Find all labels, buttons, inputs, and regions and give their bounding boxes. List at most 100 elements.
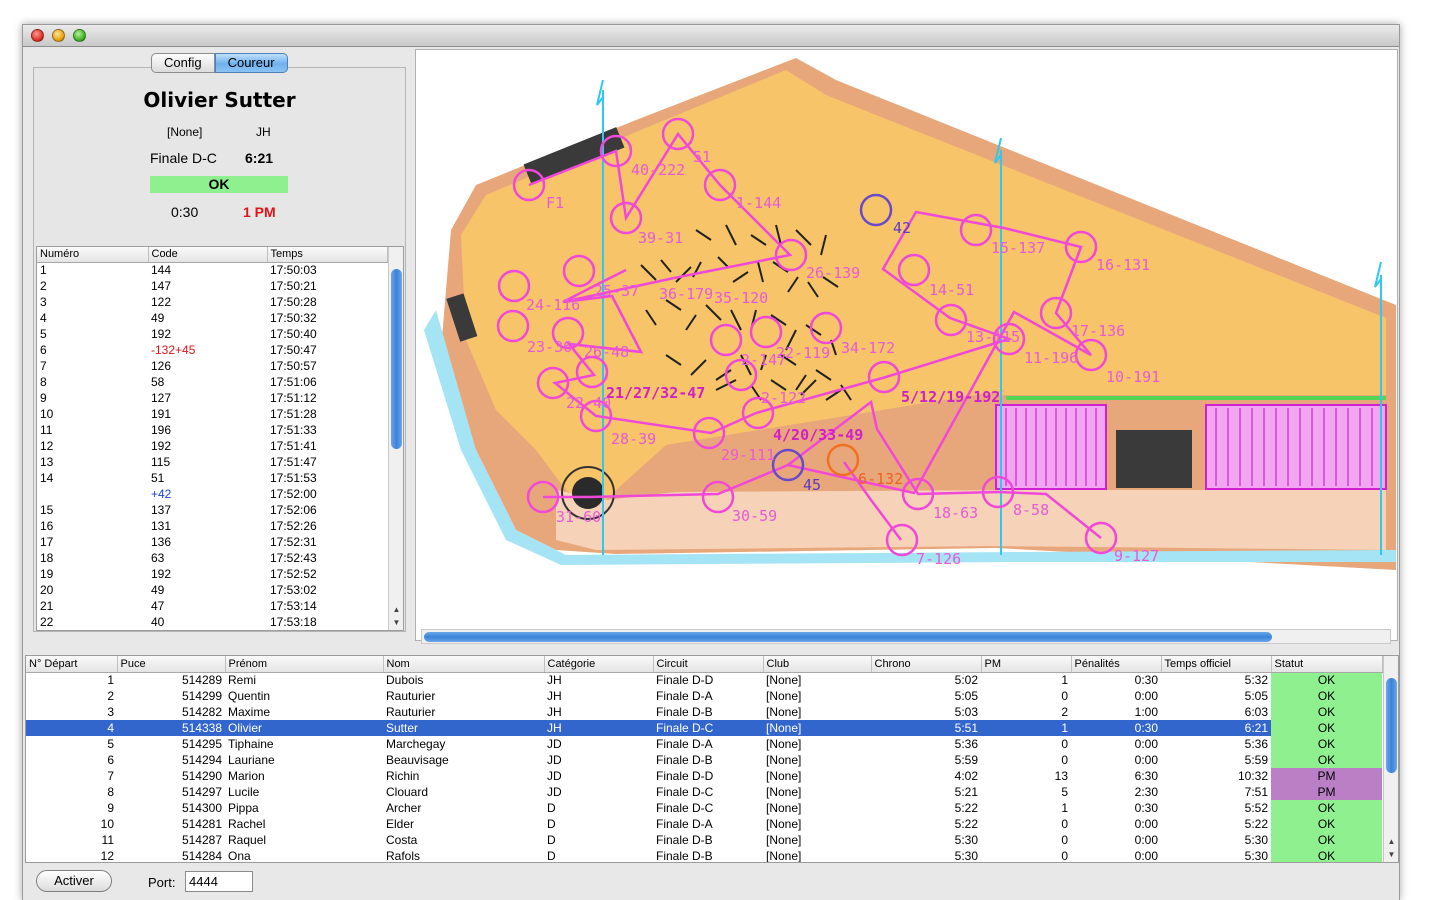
col-header-5[interactable]: Circuit <box>653 656 764 673</box>
split-row[interactable]: 4 49 17:50:32 <box>37 310 387 326</box>
map-canvas[interactable]: 40-222 51 1-144 F1 39-31 42 15-137 16-131 24-116… <box>416 50 1398 641</box>
result-cell: 0:00 <box>1134 689 1158 703</box>
runner-circuit: Finale D-C <box>150 150 217 166</box>
split-row[interactable]: 12 192 17:51:41 <box>37 438 387 454</box>
result-row[interactable]: 11 514287 Raquel Costa D Finale D-B [None] 5:30… <box>26 832 1382 848</box>
splits-vertical-scrollbar[interactable]: ▲ ▼ <box>388 247 403 630</box>
activate-button[interactable]: Activer <box>36 870 112 892</box>
col-header-8[interactable]: PM <box>981 656 1072 673</box>
split-row[interactable]: 6 -132+45 17:50:47 <box>37 342 387 358</box>
split-time: 17:51:47 <box>270 455 317 469</box>
panel-tabs: Config Coureur <box>151 53 288 73</box>
control-label: 28-39 <box>611 430 656 448</box>
split-row[interactable]: 8 58 17:51:06 <box>37 374 387 390</box>
result-row[interactable]: 9 514300 Pippa Archer D Finale D-C [None] 5:22 1… <box>26 800 1382 816</box>
split-row[interactable]: 3 122 17:50:28 <box>37 294 387 310</box>
minimize-window-button[interactable] <box>52 29 65 42</box>
col-header-code[interactable]: Code <box>148 247 268 263</box>
result-row[interactable]: 8 514297 Lucile Clouard JD Finale D-C [None] 5:… <box>26 784 1382 800</box>
split-row[interactable]: 21 47 17:53:14 <box>37 598 387 614</box>
scroll-up-arrow-icon[interactable]: ▲ <box>1384 835 1398 848</box>
split-row[interactable]: 2 147 17:50:21 <box>37 278 387 294</box>
result-cell: OK <box>1271 672 1382 688</box>
split-time: 17:53:02 <box>270 583 317 597</box>
tab-coureur[interactable]: Coureur <box>214 53 288 73</box>
split-row[interactable]: 11 196 17:51:33 <box>37 422 387 438</box>
split-row[interactable]: 1 144 17:50:03 <box>37 262 387 278</box>
result-row[interactable]: 1 514289 Remi Dubois JH Finale D-D [None] 5:02 1… <box>26 672 1382 688</box>
split-row[interactable]: 18 63 17:52:43 <box>37 550 387 566</box>
split-row[interactable]: 9 127 17:51:12 <box>37 390 387 406</box>
col-header-numero[interactable]: Numéro <box>37 247 149 263</box>
split-divider[interactable] <box>23 643 1399 653</box>
col-header-11[interactable]: Statut <box>1271 656 1383 673</box>
split-row[interactable]: 5 192 17:50:40 <box>37 326 387 342</box>
result-row[interactable]: 2 514299 Quentin Rauturier JH Finale D-A [None… <box>26 688 1382 704</box>
col-header-temps[interactable]: Temps <box>267 247 388 263</box>
result-cell: 514290 <box>181 769 222 783</box>
col-header-3[interactable]: Nom <box>383 656 545 673</box>
result-row[interactable]: 6 514294 Lauriane Beauvisage JD Finale D-B [No… <box>26 752 1382 768</box>
result-cell: 5 <box>1061 785 1068 799</box>
result-row[interactable]: 12 514284 Ona Rafols D Finale D-B [None] 5:30 0 0… <box>26 848 1382 863</box>
result-row[interactable]: 4 514338 Olivier Sutter JH Finale D-C [None] 5:… <box>26 720 1382 736</box>
result-cell: Dubois <box>386 673 424 688</box>
result-cell: Ona <box>228 849 251 863</box>
orienteering-map[interactable]: 40-222 51 1-144 F1 39-31 42 15-137 16-131 24-116… <box>415 49 1398 641</box>
col-header-0[interactable]: N° Départ <box>26 656 118 673</box>
split-row[interactable]: 16 131 17:52:26 <box>37 518 387 534</box>
split-row[interactable]: 10 191 17:51:28 <box>37 406 387 422</box>
scroll-down-arrow-icon[interactable]: ▼ <box>389 616 403 629</box>
split-time: 17:52:06 <box>270 503 317 517</box>
close-window-button[interactable] <box>31 29 44 42</box>
split-number: 13 <box>40 455 54 469</box>
col-header-2[interactable]: Prénom <box>225 656 384 673</box>
map-horizontal-scrollbar[interactable] <box>421 629 1391 644</box>
result-row[interactable]: 10 514281 Rachel Elder D Finale D-A [None] 5:22… <box>26 816 1382 832</box>
split-row[interactable]: 22 40 17:53:18 <box>37 614 387 630</box>
result-row[interactable]: 5 514295 Tiphaine Marchegay JD Finale D-A [Non… <box>26 736 1382 752</box>
tab-config[interactable]: Config <box>151 53 215 73</box>
col-header-4[interactable]: Catégorie <box>544 656 654 673</box>
split-time: 17:50:57 <box>270 359 317 373</box>
split-row[interactable]: 7 126 17:50:57 <box>37 358 387 374</box>
col-header-7[interactable]: Chrono <box>871 656 982 673</box>
split-row[interactable]: 20 49 17:53:02 <box>37 582 387 598</box>
split-row[interactable]: 19 192 17:52:52 <box>37 566 387 582</box>
result-cell: 0:30 <box>1134 673 1158 688</box>
result-cell: 5:52 <box>1244 801 1268 815</box>
split-time: 17:50:21 <box>270 279 317 293</box>
zoom-window-button[interactable] <box>73 29 86 42</box>
result-cell: OK <box>1271 816 1382 832</box>
col-header-1[interactable]: Puce <box>117 656 226 673</box>
results-vertical-scrollbar[interactable]: ▲ ▼ <box>1383 656 1398 862</box>
app-window: Config Coureur Olivier Sutter [None] JH … <box>22 24 1400 900</box>
result-cell: D <box>547 817 556 831</box>
building <box>1116 430 1192 488</box>
result-cell: 5:22 <box>954 817 978 831</box>
result-row[interactable]: 7 514290 Marion Richin JD Finale D-D [None] 4:0… <box>26 768 1382 784</box>
split-row[interactable]: 17 136 17:52:31 <box>37 534 387 550</box>
control-label: 35-120 <box>714 289 768 307</box>
col-header-10[interactable]: Temps officiel <box>1161 656 1272 673</box>
split-row[interactable]: 14 51 17:51:53 <box>37 470 387 486</box>
result-cell: 6 <box>107 753 114 767</box>
split-number: 21 <box>40 599 54 613</box>
port-input[interactable]: 4444 <box>185 871 253 892</box>
result-row[interactable]: 3 514282 Maxime Rauturier JH Finale D-B [None]… <box>26 704 1382 720</box>
split-row[interactable]: 15 137 17:52:06 <box>37 502 387 518</box>
col-header-6[interactable]: Club <box>763 656 872 673</box>
split-row[interactable]: +42 17:52:00 <box>37 486 387 502</box>
result-cell: Finale D-A <box>656 817 713 831</box>
scroll-down-arrow-icon[interactable]: ▼ <box>1384 848 1398 861</box>
col-header-9[interactable]: Pénalités <box>1071 656 1162 673</box>
scroll-up-arrow-icon[interactable]: ▲ <box>389 603 403 616</box>
results-scroll-thumb[interactable] <box>1386 678 1397 773</box>
split-row[interactable]: 13 115 17:51:47 <box>37 454 387 470</box>
splits-scroll-thumb[interactable] <box>391 269 402 449</box>
result-cell: D <box>547 849 556 863</box>
map-scroll-thumb[interactable] <box>424 632 1272 642</box>
result-cell: 5:22 <box>1244 817 1268 831</box>
control-label: 39-31 <box>638 229 683 247</box>
runner-penalty: 0:30 <box>171 204 199 220</box>
